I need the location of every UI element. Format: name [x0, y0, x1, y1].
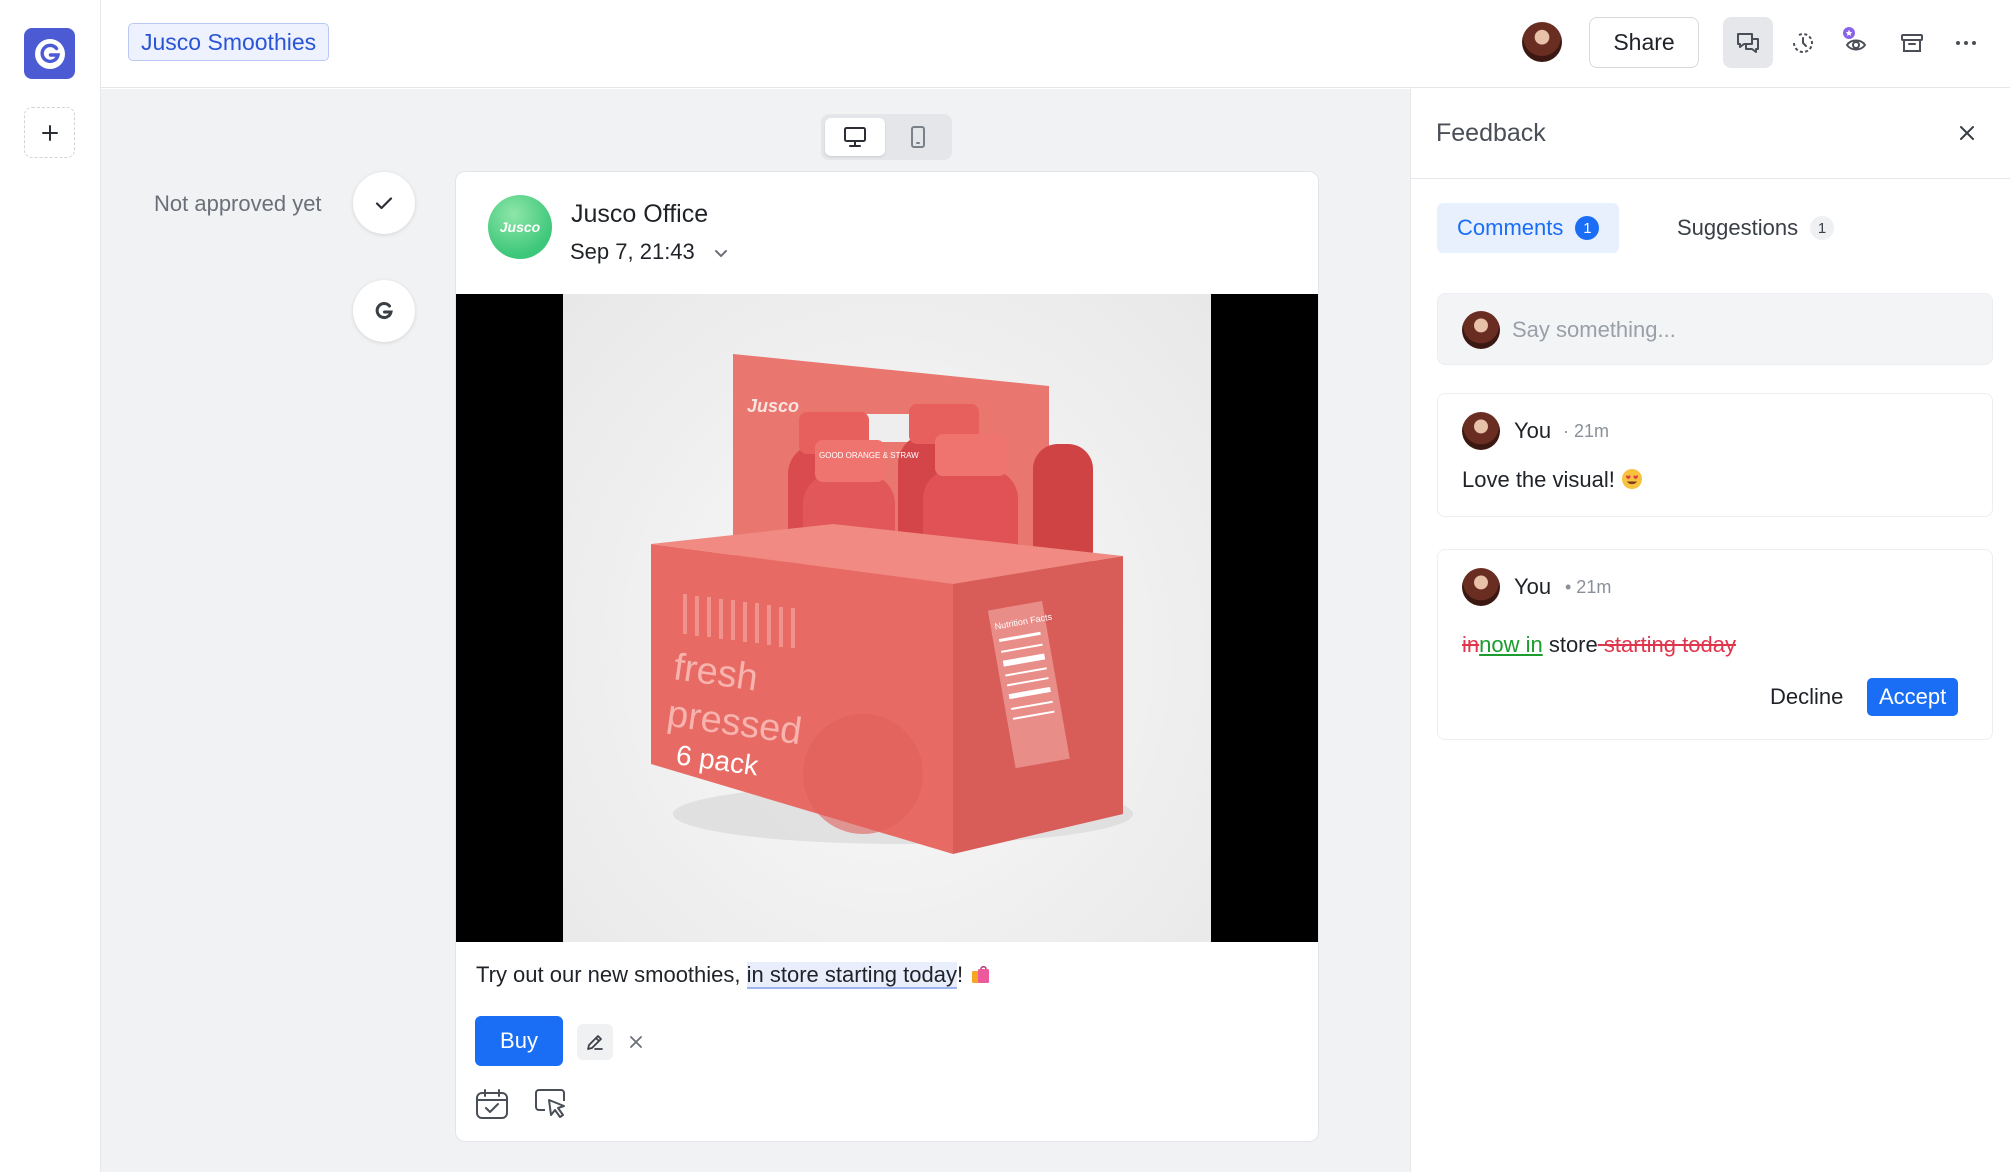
grammarly-icon	[375, 302, 393, 319]
caption-prefix: Try out our new smoothies,	[476, 962, 747, 987]
desktop-icon	[843, 127, 866, 147]
comment-text: Love the visual!	[1462, 467, 1643, 493]
unchanged-text: store	[1542, 632, 1598, 657]
decline-button[interactable]: Decline	[1758, 678, 1855, 716]
tab-comments[interactable]: Comments 1	[1437, 203, 1620, 253]
comment-author-avatar	[1462, 568, 1500, 606]
pointer-icon	[535, 1089, 565, 1118]
post-preview-card: Jusco Jusco Office Sep 7, 21:43 Jusco GO…	[455, 171, 1319, 1142]
archive-button[interactable]	[1887, 17, 1937, 68]
top-bar: Jusco Smoothies Share	[101, 0, 2010, 88]
interaction-button[interactable]	[531, 1084, 571, 1124]
project-tag[interactable]: Jusco Smoothies	[128, 23, 330, 61]
comment-time: · 21m	[1563, 421, 1610, 441]
preview-canvas: Not approved yet Jusco Jusco Office Sep …	[101, 89, 1410, 1172]
caption-suffix: !	[956, 962, 970, 987]
share-button[interactable]: Share	[1589, 17, 1699, 68]
comment-text-content: Love the visual!	[1462, 467, 1621, 492]
comment-input[interactable]	[1512, 308, 1972, 352]
post-caption[interactable]: Try out our new smoothies, in store star…	[476, 962, 991, 989]
heart-eyes-emoji-icon	[1621, 469, 1642, 489]
comment-author-avatar	[1462, 412, 1500, 450]
deleted-text: starting today	[1597, 632, 1736, 657]
chevron-down-icon[interactable]	[711, 243, 731, 263]
left-rail	[0, 0, 101, 1172]
grammarly-logo-icon[interactable]	[24, 28, 75, 79]
panel-title: Feedback	[1436, 119, 1546, 147]
more-options-button[interactable]	[1941, 17, 1991, 68]
mobile-icon	[911, 126, 926, 148]
feedback-panel: Feedback Comments 1 Suggestions 1 You · …	[1410, 89, 2010, 1172]
calendar-check-icon	[476, 1089, 508, 1119]
approval-status: Not approved yet	[154, 191, 322, 216]
deleted-text: in	[1462, 632, 1480, 657]
grammarly-check-button[interactable]	[353, 280, 415, 342]
comment-author: You	[1514, 574, 1552, 599]
edit-cta-button[interactable]	[577, 1024, 613, 1060]
close-panel-button[interactable]	[1951, 117, 1983, 149]
archive-icon	[1901, 33, 1923, 52]
box-brand-text: Jusco	[747, 396, 799, 416]
history-button[interactable]	[1778, 17, 1828, 68]
plus-icon	[41, 124, 58, 141]
tab-count-badge: 1	[1810, 216, 1835, 240]
account-avatar: Jusco	[488, 195, 552, 259]
user-avatar	[1462, 311, 1500, 349]
feedback-toggle-button[interactable]	[1723, 17, 1773, 68]
post-image: Jusco GOOD ORANGE & STRAW fresh pressed …	[456, 294, 1318, 942]
accept-button[interactable]: Accept	[1867, 678, 1959, 716]
desktop-view-button[interactable]	[825, 118, 885, 156]
tab-count-badge: 1	[1575, 216, 1600, 240]
cap-label: GOOD ORANGE & STRAW	[819, 451, 919, 460]
more-icon	[1956, 40, 1976, 45]
comment-composer	[1437, 293, 1993, 365]
account-name: Jusco Office	[571, 200, 709, 228]
preview-mode-button[interactable]	[1833, 17, 1883, 68]
approve-button[interactable]	[353, 172, 415, 234]
check-icon	[375, 197, 393, 210]
comment-author: You	[1514, 418, 1552, 443]
comment-time: • 21m	[1565, 577, 1612, 597]
suggestion-card: You • 21m innow in store starting today …	[1437, 549, 1993, 740]
history-icon	[1793, 32, 1813, 53]
device-toggle	[821, 114, 952, 160]
close-icon	[630, 1036, 642, 1048]
caption-suggestion-highlight[interactable]: in store starting today	[746, 962, 957, 989]
tab-label: Comments	[1457, 215, 1564, 240]
user-avatar[interactable]	[1522, 22, 1562, 62]
scheduled-date[interactable]: Sep 7, 21:43	[570, 239, 695, 265]
shopping-bags-emoji-icon	[972, 966, 990, 983]
cta-buy-button[interactable]: Buy	[475, 1016, 563, 1066]
close-icon	[1960, 126, 1974, 140]
mobile-view-button[interactable]	[889, 118, 949, 156]
remove-cta-button[interactable]	[622, 1028, 650, 1056]
product-photo: Jusco GOOD ORANGE & STRAW fresh pressed …	[563, 294, 1211, 942]
pencil-icon	[587, 1035, 603, 1050]
chat-icon	[1737, 32, 1759, 53]
account-avatar-text: Jusco	[499, 219, 541, 235]
feedback-panel-header: Feedback	[1411, 89, 2010, 179]
comment-card: You · 21m Love the visual!	[1437, 393, 1993, 517]
inserted-text: now in	[1479, 632, 1543, 657]
tab-suggestions[interactable]: Suggestions 1	[1657, 203, 1854, 253]
suggestion-diff: innow in store starting today	[1462, 632, 1736, 658]
eye-icon	[1843, 26, 1867, 50]
tab-label: Suggestions	[1677, 215, 1799, 240]
schedule-button[interactable]	[472, 1084, 512, 1124]
add-project-button[interactable]	[24, 107, 75, 158]
